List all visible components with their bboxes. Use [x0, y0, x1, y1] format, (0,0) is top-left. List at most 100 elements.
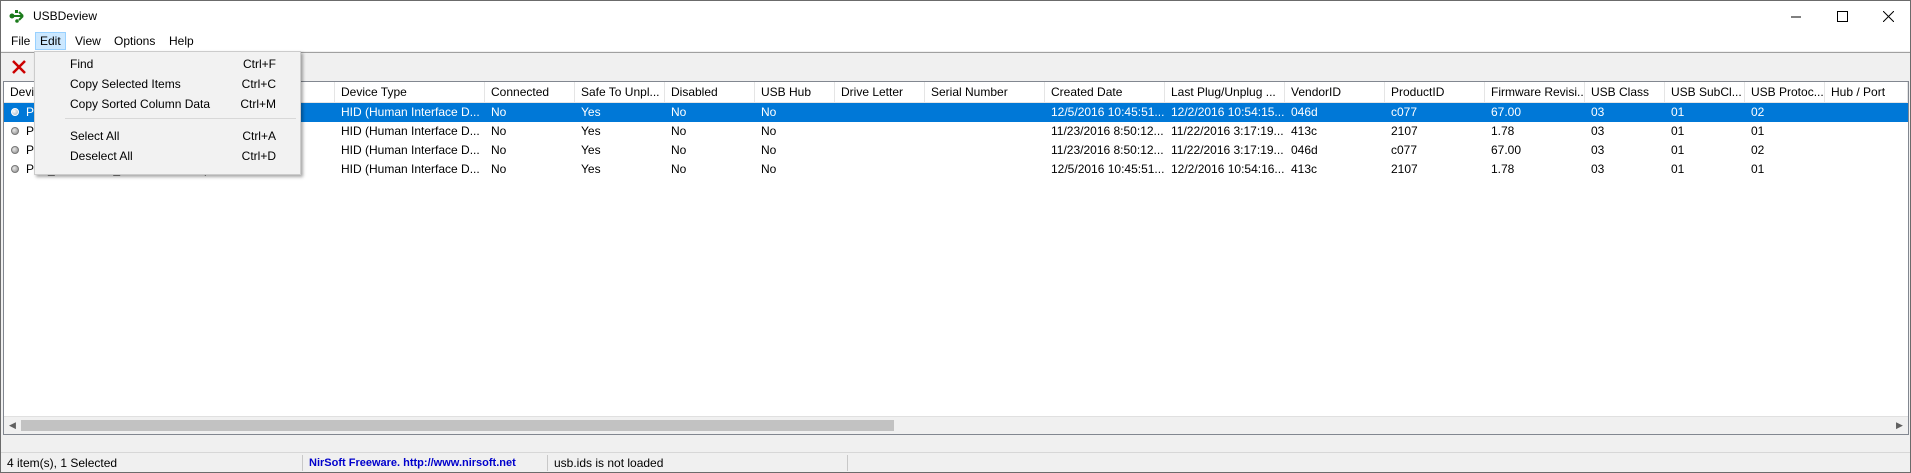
- column-header-disabled[interactable]: Disabled: [665, 82, 755, 102]
- scroll-left-icon[interactable]: ◀: [6, 419, 19, 432]
- cell-connected: No: [491, 162, 507, 176]
- menu-view[interactable]: View: [71, 33, 105, 49]
- delete-icon: [12, 60, 26, 74]
- menu-item-shortcut: Ctrl+C: [241, 77, 276, 91]
- column-header-vendor-id[interactable]: VendorID: [1285, 82, 1385, 102]
- minimize-button[interactable]: [1773, 1, 1819, 31]
- cell-created-date: 11/23/2016 8:50:12...: [1051, 143, 1164, 157]
- maximize-icon: [1836, 10, 1848, 22]
- menu-item-shortcut: Ctrl+F: [243, 57, 276, 71]
- menu-item-copy-selected[interactable]: Copy Selected Items Ctrl+C: [37, 74, 296, 94]
- cell-usb-class: 03: [1591, 105, 1605, 119]
- column-header-firmware-revision[interactable]: Firmware Revisi...: [1485, 82, 1585, 102]
- cell-product-id: c077: [1391, 105, 1418, 119]
- menu-help[interactable]: Help: [165, 33, 198, 49]
- menu-bar: File Edit View Options Help: [1, 31, 1910, 51]
- column-header-device-type[interactable]: Device Type: [335, 82, 485, 102]
- cell-hub-port: [1825, 122, 1908, 141]
- menu-item-label: Find: [70, 57, 94, 71]
- cell-device-type: HID (Human Interface D...: [341, 124, 480, 138]
- column-header-usb-hub[interactable]: USB Hub: [755, 82, 835, 102]
- cell-vendor-id: 413c: [1291, 162, 1318, 176]
- cell-vendor-id: 046d: [1291, 105, 1318, 119]
- menu-item-label: Deselect All: [70, 149, 133, 163]
- device-status-icon: [11, 127, 19, 135]
- menu-item-shortcut: Ctrl+A: [242, 129, 276, 143]
- cell-drive-letter: [835, 103, 925, 122]
- delete-device-button[interactable]: [9, 57, 29, 77]
- menu-file[interactable]: File: [7, 33, 34, 49]
- cell-created-date: 12/5/2016 10:45:51...: [1051, 162, 1165, 176]
- cell-serial-number: [925, 160, 1045, 179]
- cell-drive-letter: [835, 122, 925, 141]
- scroll-right-icon[interactable]: ▶: [1893, 419, 1906, 432]
- cell-firmware-revision: 1.78: [1491, 124, 1515, 138]
- cell-device-type: HID (Human Interface D...: [341, 162, 480, 176]
- scroll-thumb[interactable]: [21, 420, 894, 431]
- cell-last-plug: 11/22/2016 3:17:19...: [1171, 124, 1284, 138]
- menu-item-shortcut: Ctrl+D: [241, 149, 276, 163]
- usb-app-icon: [9, 10, 24, 23]
- cell-disabled: No: [671, 162, 687, 176]
- cell-usb-class: 03: [1591, 124, 1605, 138]
- device-status-icon: [11, 108, 19, 116]
- menu-edit[interactable]: Edit: [35, 32, 66, 50]
- menu-item-find[interactable]: Find Ctrl+F: [37, 54, 296, 74]
- close-window-button[interactable]: [1865, 1, 1910, 31]
- cell-usb-subclass: 01: [1671, 143, 1685, 157]
- menu-item-select-all[interactable]: Select All Ctrl+A: [37, 126, 296, 146]
- cell-connected: No: [491, 105, 507, 119]
- status-bar: 4 item(s), 1 Selected NirSoft Freeware. …: [1, 452, 1910, 472]
- cell-product-id: c077: [1391, 143, 1418, 157]
- menu-item-copy-sorted-column[interactable]: Copy Sorted Column Data Ctrl+M: [37, 94, 296, 114]
- status-item-count: 4 item(s), 1 Selected: [3, 455, 303, 471]
- cell-created-date: 12/5/2016 10:45:51...: [1051, 105, 1165, 119]
- column-header-serial-number[interactable]: Serial Number: [925, 82, 1045, 102]
- cell-firmware-revision: 1.78: [1491, 162, 1515, 176]
- cell-device-type: HID (Human Interface D...: [341, 105, 480, 119]
- cell-safe-to-unplug: Yes: [581, 143, 601, 157]
- column-header-usb-subclass[interactable]: USB SubCl...: [1665, 82, 1745, 102]
- cell-safe-to-unplug: Yes: [581, 105, 601, 119]
- cell-usb-subclass: 01: [1671, 162, 1685, 176]
- menu-item-label: Select All: [70, 129, 120, 143]
- cell-disabled: No: [671, 124, 687, 138]
- column-header-created-date[interactable]: Created Date: [1045, 82, 1165, 102]
- cell-serial-number: [925, 122, 1045, 141]
- cell-firmware-revision: 67.00: [1491, 105, 1522, 119]
- column-header-usb-protocol[interactable]: USB Protoc...: [1745, 82, 1825, 102]
- column-header-drive-letter[interactable]: Drive Letter: [835, 82, 925, 102]
- column-header-last-plug[interactable]: Last Plug/Unplug ...: [1165, 82, 1285, 102]
- cell-created-date: 11/23/2016 8:50:12...: [1051, 124, 1164, 138]
- cell-safe-to-unplug: Yes: [581, 124, 601, 138]
- window-title: USBDeview: [33, 9, 98, 23]
- column-header-safe-to-unplug[interactable]: Safe To Unpl...: [575, 82, 665, 102]
- cell-usb-hub: No: [761, 124, 777, 138]
- edit-dropdown-menu: Find Ctrl+F Copy Selected Items Ctrl+C C…: [34, 51, 301, 175]
- title-bar: USBDeview: [1, 1, 1910, 31]
- menu-options[interactable]: Options: [110, 33, 159, 49]
- column-header-usb-class[interactable]: USB Class: [1585, 82, 1665, 102]
- minimize-icon: [1790, 16, 1801, 17]
- nirsoft-link[interactable]: NirSoft Freeware. http://www.nirsoft.net: [303, 455, 548, 471]
- menu-item-label: Copy Sorted Column Data: [70, 97, 211, 111]
- cell-product-id: 2107: [1391, 124, 1418, 138]
- cell-usb-class: 03: [1591, 162, 1605, 176]
- status-usbids: usb.ids is not loaded: [548, 455, 848, 471]
- column-header-hub-port[interactable]: Hub / Port: [1825, 82, 1908, 102]
- horizontal-scrollbar[interactable]: ◀ ▶: [4, 416, 1908, 434]
- cell-last-plug: 11/22/2016 3:17:19...: [1171, 143, 1284, 157]
- cell-usb-protocol: 02: [1751, 105, 1765, 119]
- maximize-button[interactable]: [1819, 1, 1865, 31]
- column-header-connected[interactable]: Connected: [485, 82, 575, 102]
- cell-product-id: 2107: [1391, 162, 1418, 176]
- cell-firmware-revision: 67.00: [1491, 143, 1522, 157]
- column-header-product-id[interactable]: ProductID: [1385, 82, 1485, 102]
- device-status-icon: [11, 165, 19, 173]
- menu-item-deselect-all[interactable]: Deselect All Ctrl+D: [37, 146, 296, 166]
- cell-hub-port: [1825, 160, 1908, 179]
- cell-disabled: No: [671, 143, 687, 157]
- cell-usb-protocol: 01: [1751, 124, 1765, 138]
- device-status-icon: [11, 146, 19, 154]
- cell-hub-port: [1825, 141, 1908, 160]
